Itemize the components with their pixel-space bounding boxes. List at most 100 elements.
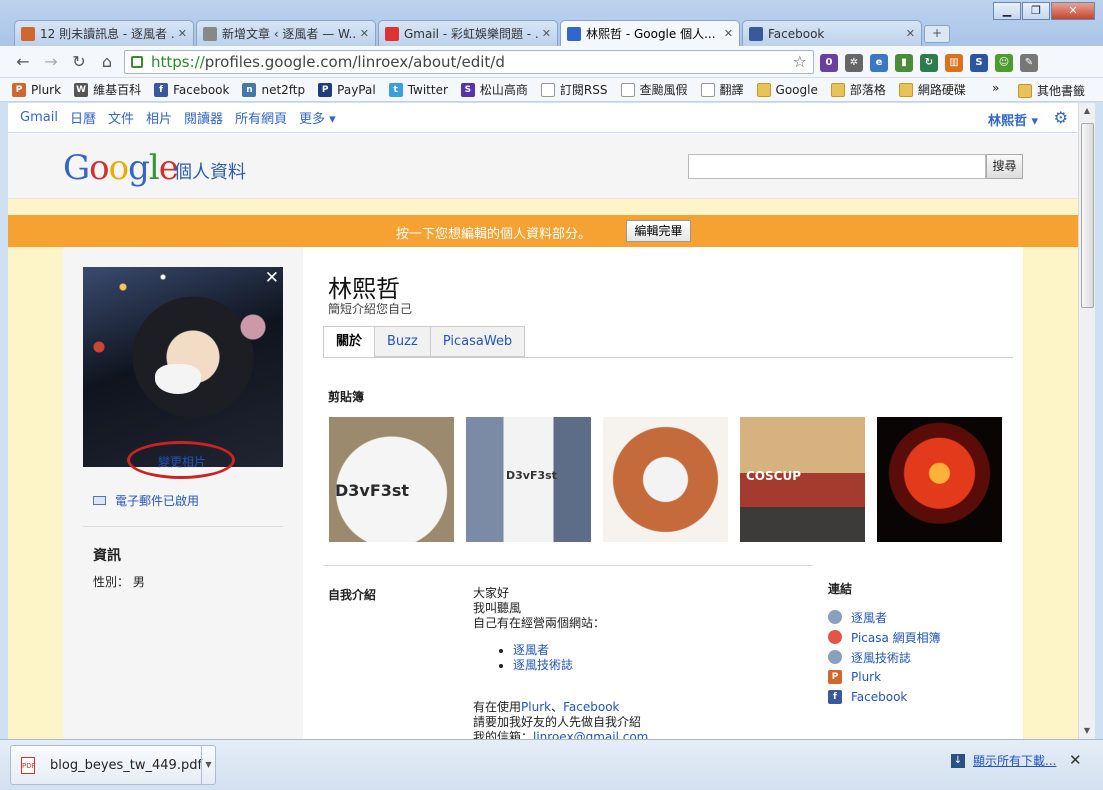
new-tab-button[interactable]: + [924,25,950,43]
clipboard-photo[interactable]: D3vF3st [466,417,591,542]
bookmark-item[interactable]: f Facebook [154,82,229,97]
gbar-link[interactable]: 更多 ▾ [299,108,336,127]
extension-icon[interactable]: ▥ [945,54,963,72]
profile-link[interactable]: 逐風技術誌 [828,647,941,667]
extension-icon[interactable]: ▮ [895,54,913,72]
remove-photo-icon[interactable]: ✕ [265,268,279,288]
site-link[interactable]: 逐風技術誌 [513,658,573,672]
bookmark-item[interactable]: W 維基百科 [74,81,141,98]
bookmark-item[interactable]: n net2ftp [242,82,305,97]
plurk-link[interactable]: Plurk [521,700,551,714]
scrollbar-thumb[interactable] [1081,123,1094,308]
gbar-link[interactable]: 相片 [146,108,172,127]
self-intro-text[interactable]: 大家好 我叫聽風 自己有在經營兩個網站： 逐風者 逐風技術誌 有在使用Plurk… [473,586,648,739]
gear-icon[interactable]: ⚙ [1054,108,1068,127]
bookmark-item[interactable]: 網路硬碟 [898,81,966,98]
extension-icon[interactable]: S [970,54,988,72]
profile-link[interactable]: f Facebook [828,687,941,707]
scroll-down-icon[interactable]: ▼ [1079,723,1095,739]
close-tab-icon[interactable]: ✕ [906,27,915,40]
gbar-link[interactable]: 日曆 [70,108,96,127]
profile-tab[interactable]: PicasaWeb [430,326,526,357]
bookmark-item[interactable]: 訂閱RSS [540,81,608,98]
clipboard-photo[interactable]: COSCUP [740,417,865,542]
gbar-link[interactable]: Gmail [20,110,58,125]
clipboard-photo[interactable]: D3vF3st [329,417,454,542]
google-logo[interactable]: Google [63,148,179,188]
profile-link-label[interactable]: Facebook [851,690,907,704]
browser-tab[interactable]: 林熙哲 - Google 個人... ✕ [560,20,740,46]
profile-link[interactable]: P Plurk [828,667,941,687]
facebook-link[interactable]: Facebook [563,700,619,714]
minimize-button[interactable]: ▁ [993,2,1021,20]
download-menu-icon[interactable]: ▼ [201,746,215,784]
user-menu[interactable]: 林熙哲 ▾ [988,110,1038,129]
forward-icon[interactable]: → [40,52,62,72]
bookmark-item[interactable]: S 松山高商 [460,81,528,98]
profile-link[interactable]: 逐風者 [828,607,941,627]
done-editing-button[interactable]: 編輯完畢 [626,220,691,242]
back-icon[interactable]: ← [12,52,34,72]
maximize-button[interactable]: ❐ [1022,2,1050,20]
gbar-link[interactable]: 所有網頁 [235,108,287,127]
profile-tab[interactable]: Buzz [375,326,431,357]
gender-field[interactable]: 性別： 男 [93,573,145,590]
profile-name[interactable]: 林熙哲 [328,269,400,304]
extension-icon[interactable]: ☺ [995,54,1013,72]
change-photo-link[interactable]: 變更相片 [158,453,206,470]
extension-icon[interactable]: ✲ [845,54,863,72]
extension-icon[interactable]: 0 [820,54,838,72]
browser-tab[interactable]: 新增文章 ‹ 逐風者 — W... ✕ [196,20,376,46]
site-link[interactable]: 逐風者 [513,643,549,657]
bookmark-item[interactable]: P PayPal [318,82,376,97]
search-input[interactable] [688,154,986,179]
photo-face-mask [155,364,201,394]
clipboard-photo[interactable] [877,417,1002,542]
more-bookmarks-button[interactable]: » [992,81,999,95]
wrench-icon[interactable]: ✎ [1020,54,1038,72]
profile-tab[interactable]: 關於 [323,326,376,358]
bookmark-item[interactable]: 查颱風假 [620,81,688,98]
profile-intro[interactable]: 簡短介紹您自己 [328,300,412,317]
close-tab-icon[interactable]: ✕ [360,27,369,40]
address-bar[interactable]: https:// profiles.google.com/linroex/abo… [124,50,814,74]
close-tab-icon[interactable]: ✕ [178,27,187,40]
browser-tab[interactable]: 12 則未讀訊息 - 逐風者 ... ✕ [14,20,194,46]
bookmark-item[interactable]: t Twitter [388,82,448,97]
close-tab-icon[interactable]: ✕ [542,27,551,40]
gbar-link[interactable]: 文件 [108,108,134,127]
other-bookmarks[interactable]: 其他書籤 [1018,82,1085,99]
close-shelf-icon[interactable]: ✕ [1069,751,1082,769]
profile-link-label[interactable]: Picasa 網頁相簿 [851,629,941,646]
browser-tab[interactable]: Facebook ✕ [742,20,922,46]
vertical-scrollbar[interactable]: ▲ ▼ [1078,103,1095,739]
home-icon[interactable]: ⌂ [96,52,118,72]
bookmark-item[interactable]: 部落格 [830,81,886,98]
close-window-button[interactable]: ✕ [1051,2,1095,20]
profile-link-label[interactable]: 逐風技術誌 [851,649,911,666]
bookmark-star-icon[interactable]: ☆ [793,52,807,71]
scroll-up-icon[interactable]: ▲ [1079,103,1095,119]
reload-icon[interactable]: ↻ [68,52,90,72]
gbar-link[interactable]: 閱讀器 [184,108,223,127]
extension-icon[interactable]: e [870,54,888,72]
profile-sidebar: ✕ 變更相片 電子郵件已啟用 資訊 性別： 男 [63,247,303,739]
bookmark-item[interactable]: P Plurk [12,82,62,97]
extension-icon[interactable]: ↻ [920,54,938,72]
download-item[interactable]: PDF blog_beyes_tw_449.pdf ▼ [10,745,216,785]
clipboard-photo[interactable] [603,417,728,542]
search-button[interactable]: 搜尋 [986,154,1023,179]
mail-link[interactable]: linroex@gmail.com [533,730,648,739]
profile-link-label[interactable]: Plurk [851,670,881,684]
profile-photo[interactable]: ✕ [83,267,283,467]
picasa-icon [828,630,842,644]
bookmark-item[interactable]: Google [756,82,818,97]
profile-link-label[interactable]: 逐風者 [851,609,887,626]
bookmark-item[interactable]: 翻譯 [700,81,744,98]
bookmark-label: Plurk [31,82,62,97]
profile-link[interactable]: Picasa 網頁相簿 [828,627,941,647]
email-status[interactable]: 電子郵件已啟用 [93,492,199,509]
show-all-downloads-link[interactable]: ↓ 顯示所有下載... [951,752,1056,769]
browser-tab[interactable]: Gmail - 彩虹娛樂問題 - ... ✕ [378,20,558,46]
close-tab-icon[interactable]: ✕ [724,27,733,40]
